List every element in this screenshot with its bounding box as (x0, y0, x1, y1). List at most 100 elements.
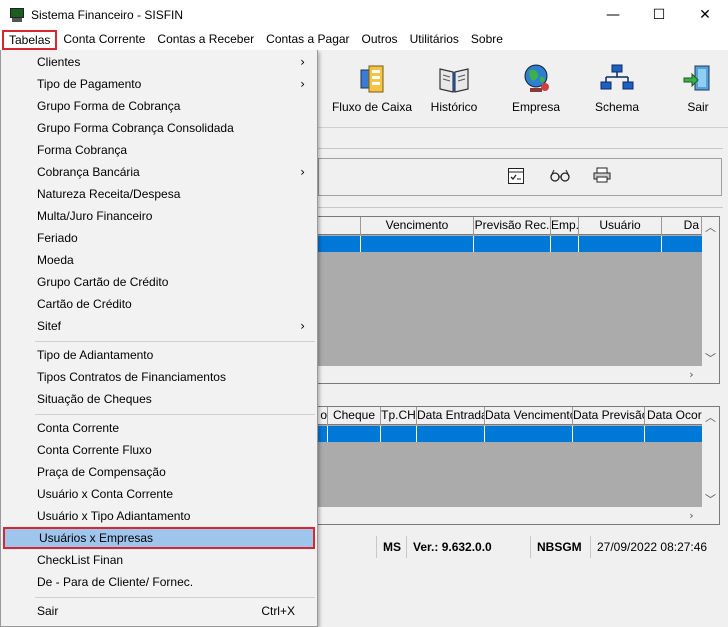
column-header-tp-ch[interactable]: Tp.CH (381, 407, 417, 425)
column-header-emp[interactable]: Emp. (551, 217, 579, 235)
schema-button[interactable]: Schema (572, 62, 662, 114)
scroll-up-icon[interactable]: ︿ (702, 219, 719, 235)
menu-item-sitef[interactable]: Sitef › (3, 315, 315, 337)
company-globe-icon (519, 62, 553, 96)
vertical-scrollbar[interactable]: ︿ ﹀ (702, 217, 719, 367)
horizontal-scrollbar[interactable]: › (317, 366, 719, 383)
action-toolbar (318, 158, 722, 196)
menu-item-grupo-forma-cobranca-consolidada[interactable]: Grupo Forma Cobrança Consolidada (3, 117, 315, 139)
scroll-right-icon[interactable]: › (683, 368, 700, 381)
menu-item-conta-corrente-fluxo[interactable]: Conta Corrente Fluxo (3, 439, 315, 461)
menu-item-de-para-cliente-fornec[interactable]: De - Para de Cliente/ Fornec. (3, 571, 315, 593)
menu-item-forma-cobranca[interactable]: Forma Cobrança (3, 139, 315, 161)
column-header-data-entrada[interactable]: Data Entrada (417, 407, 485, 425)
menu-item-usuario-x-conta-corrente[interactable]: Usuário x Conta Corrente (3, 483, 315, 505)
status-bar: MS Ver.: 9.632.0.0 NBSGM 27/09/2022 08:2… (318, 535, 728, 559)
vertical-scrollbar[interactable]: ︿ ﹀ (702, 407, 719, 508)
cheques-grid[interactable]: o Cheque Tp.CH Data Entrada Data Vencime… (316, 406, 720, 525)
column-header-cheque[interactable]: Cheque (328, 407, 381, 425)
menu-item-usuario-x-tipo-adiantamento[interactable]: Usuário x Tipo Adiantamento (3, 505, 315, 527)
glasses-icon[interactable] (549, 167, 571, 187)
column-header-previsao-rec[interactable]: Previsão Rec. (474, 217, 551, 235)
menu-separator (35, 414, 315, 415)
scroll-up-icon[interactable]: ︿ (702, 409, 719, 425)
selected-table-row[interactable] (317, 426, 702, 442)
menu-item-usuarios-x-empresas[interactable]: Usuários x Empresas (3, 527, 315, 549)
panel-divider-2 (318, 207, 723, 208)
status-region: MS (376, 536, 406, 558)
scroll-down-icon[interactable]: ﹀ (702, 491, 719, 507)
sair-label: Sair (687, 100, 709, 114)
column-header-data-ocorrencia[interactable]: Data Ocorrê (645, 407, 702, 425)
column-header-usuario[interactable]: Usuário (579, 217, 662, 235)
tabelas-dropdown-menu: Clientes › Tipo de Pagamento › Grupo Forma… (0, 50, 318, 627)
menu-item-multa-juro-financeiro[interactable]: Multa/Juro Financeiro (3, 205, 315, 227)
schema-label: Schema (594, 100, 640, 114)
title-bar: Sistema Financeiro - SISFIN — ☐ ✕ (0, 0, 728, 30)
historico-button[interactable]: Histórico (409, 62, 499, 114)
column-header-data-vencimento[interactable]: Data Vencimento (485, 407, 573, 425)
column-header-data[interactable]: Da (662, 217, 702, 235)
empresa-label: Empresa (511, 100, 561, 114)
column-header-blank[interactable] (317, 217, 361, 235)
window-title: Sistema Financeiro - SISFIN (31, 8, 184, 22)
fluxo-de-caixa-button[interactable]: Fluxo de Caixa (327, 62, 417, 114)
menu-item-tipo-de-pagamento[interactable]: Tipo de Pagamento › (3, 73, 315, 95)
menu-item-grupo-forma-de-cobranca[interactable]: Grupo Forma de Cobrança (3, 95, 315, 117)
scroll-right-icon[interactable]: › (683, 509, 700, 522)
column-header-data-previsao[interactable]: Data Previsão (573, 407, 645, 425)
submenu-arrow-icon: › (300, 319, 305, 333)
menu-item-cobranca-bancaria[interactable]: Cobrança Bancária › (3, 161, 315, 183)
menu-contas-a-receber[interactable]: Contas a Receber (151, 30, 260, 50)
checklist-icon[interactable] (505, 167, 527, 187)
menu-utilitarios[interactable]: Utilitários (404, 30, 465, 50)
menu-item-conta-corrente[interactable]: Conta Corrente (3, 417, 315, 439)
menu-item-feriado[interactable]: Feriado (3, 227, 315, 249)
fluxo-de-caixa-label: Fluxo de Caixa (331, 100, 413, 114)
menu-item-tipos-contratos-de-financiamentos[interactable]: Tipos Contratos de Financiamentos (3, 366, 315, 388)
status-datetime: 27/09/2022 08:27:46 (590, 536, 720, 558)
menu-item-sair[interactable]: Sair Ctrl+X (3, 600, 315, 622)
printer-icon[interactable] (591, 167, 613, 187)
menu-item-tipo-de-adiantamento[interactable]: Tipo de Adiantamento (3, 344, 315, 366)
horizontal-scrollbar[interactable]: › (317, 507, 719, 524)
receivables-grid[interactable]: Vencimento Previsão Rec. Emp. Usuário Da… (316, 216, 720, 384)
menu-item-cartao-de-credito[interactable]: Cartão de Crédito (3, 293, 315, 315)
empresa-button[interactable]: Empresa (491, 62, 581, 114)
menu-sobre[interactable]: Sobre (465, 30, 509, 50)
menu-item-praca-de-compensacao[interactable]: Praça de Compensação (3, 461, 315, 483)
history-book-icon (437, 62, 471, 96)
menu-item-natureza-receita-despesa[interactable]: Natureza Receita/Despesa (3, 183, 315, 205)
menu-separator (35, 597, 315, 598)
menu-bar: Tabelas Conta Corrente Contas a Receber … (0, 30, 728, 50)
selected-table-row[interactable] (317, 236, 702, 252)
column-header-o[interactable]: o (317, 407, 328, 425)
menu-item-clientes[interactable]: Clientes › (3, 51, 315, 73)
menu-contas-a-pagar[interactable]: Contas a Pagar (260, 30, 355, 50)
historico-label: Histórico (430, 100, 478, 114)
shortcut-label: Ctrl+X (261, 604, 295, 618)
column-header-vencimento[interactable]: Vencimento (361, 217, 474, 235)
exit-door-icon (681, 62, 715, 96)
sair-button[interactable]: Sair (653, 62, 728, 114)
menu-item-grupo-cartao-de-credito[interactable]: Grupo Cartão de Crédito (3, 271, 315, 293)
cash-flow-icon (355, 62, 389, 96)
submenu-arrow-icon: › (300, 77, 305, 91)
app-computer-icon (9, 7, 25, 23)
scroll-down-icon[interactable]: ﹀ (702, 350, 719, 366)
minimize-button[interactable]: — (590, 0, 636, 30)
maximize-button[interactable]: ☐ (636, 0, 682, 30)
menu-outros[interactable]: Outros (356, 30, 404, 50)
status-user: NBSGM (530, 536, 590, 558)
menu-item-moeda[interactable]: Moeda (3, 249, 315, 271)
menu-tabelas[interactable]: Tabelas (2, 30, 58, 50)
menu-conta-corrente[interactable]: Conta Corrente (57, 30, 151, 50)
menu-item-situacao-de-cheques[interactable]: Situação de Cheques (3, 388, 315, 410)
menu-item-checklist-finan[interactable]: CheckList Finan (3, 549, 315, 571)
menu-separator (35, 341, 315, 342)
panel-divider (318, 148, 723, 149)
status-version: Ver.: 9.632.0.0 (406, 536, 530, 558)
submenu-arrow-icon: › (300, 55, 305, 69)
close-button[interactable]: ✕ (682, 0, 728, 30)
submenu-arrow-icon: › (300, 165, 305, 179)
